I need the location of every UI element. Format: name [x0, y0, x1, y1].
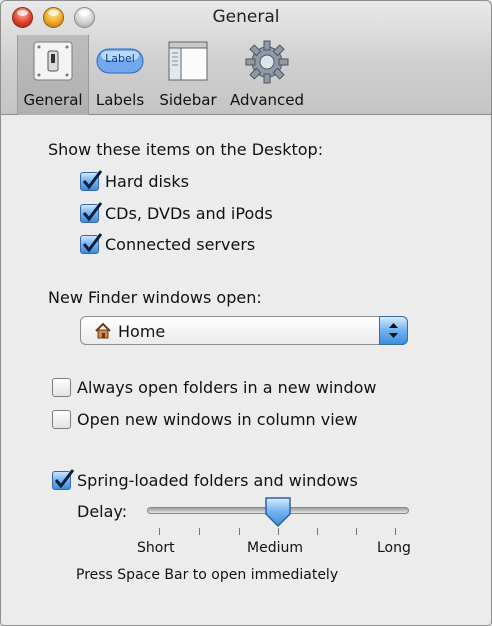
slider-tick — [199, 528, 200, 535]
slider-tick — [278, 528, 279, 535]
desktop-heading: Show these items on the Desktop: — [48, 140, 324, 159]
delay-label: Delay: — [77, 502, 128, 521]
toolbar-label: Labels — [95, 91, 145, 109]
window-chrome: General General Label Labels Sidebar Adv… — [1, 1, 491, 115]
light-switch-icon — [33, 41, 73, 81]
up-down-arrows-icon — [389, 323, 398, 338]
checkbox-spring-loaded[interactable] — [52, 469, 75, 490]
toolbar-item-labels[interactable]: Label Labels — [91, 35, 149, 115]
popup-selected-value: Home — [118, 322, 166, 341]
toolbar-label: Sidebar — [159, 91, 217, 109]
window-title: General — [212, 7, 280, 27]
label-cds-dvds-ipods: CDs, DVDs and iPods — [105, 204, 273, 223]
gear-icon — [245, 40, 289, 84]
title-bar: General — [1, 1, 491, 35]
slider-tick — [239, 528, 240, 535]
checkbox-connected-servers[interactable] — [80, 233, 103, 254]
tick-label-medium: Medium — [247, 540, 303, 556]
preferences-toolbar: General Label Labels Sidebar Advanced — [1, 35, 491, 115]
general-pane: Show these items on the Desktop: Hard di… — [1, 115, 491, 625]
checkmark-icon — [82, 202, 103, 222]
toolbar-item-advanced[interactable]: Advanced — [227, 35, 307, 115]
finder-heading: New Finder windows open: — [48, 288, 262, 307]
checkmark-icon — [82, 233, 103, 253]
checkbox-cds-dvds-ipods[interactable] — [80, 202, 103, 223]
toolbar-label: Advanced — [229, 91, 305, 109]
sidebar-window-icon — [168, 41, 208, 81]
slider-tick — [356, 528, 357, 535]
new-window-target-popup[interactable]: Home — [80, 316, 408, 345]
tick-label-long: Long — [377, 540, 411, 556]
slider-tick — [395, 528, 396, 535]
checkmark-icon — [82, 170, 103, 190]
label-hard-disks: Hard disks — [105, 172, 189, 191]
slider-tick — [317, 528, 318, 535]
checkmark-icon — [54, 469, 75, 489]
label-connected-servers: Connected servers — [105, 235, 256, 254]
label-column-view: Open new windows in column view — [77, 410, 358, 429]
label-open-new-window: Always open folders in a new window — [77, 378, 377, 397]
label-spring-loaded: Spring-loaded folders and windows — [77, 471, 358, 490]
delay-slider-thumb[interactable] — [264, 496, 292, 528]
tick-label-short: Short — [137, 540, 175, 556]
checkbox-open-new-window[interactable] — [52, 378, 71, 397]
spring-hint: Press Space Bar to open immediately — [76, 567, 339, 583]
finder-preferences-window: General General Label Labels Sidebar Adv… — [0, 0, 492, 626]
toolbar-item-general[interactable]: General — [17, 35, 89, 115]
toolbar-item-sidebar[interactable]: Sidebar — [155, 35, 221, 115]
label-tag-text: Label — [105, 52, 135, 65]
slider-tick — [159, 528, 160, 535]
checkbox-column-view[interactable] — [52, 410, 71, 429]
house-icon — [95, 322, 111, 339]
toolbar-label: General — [23, 91, 83, 109]
popup-arrows[interactable] — [379, 316, 408, 345]
checkbox-hard-disks[interactable] — [80, 170, 103, 191]
